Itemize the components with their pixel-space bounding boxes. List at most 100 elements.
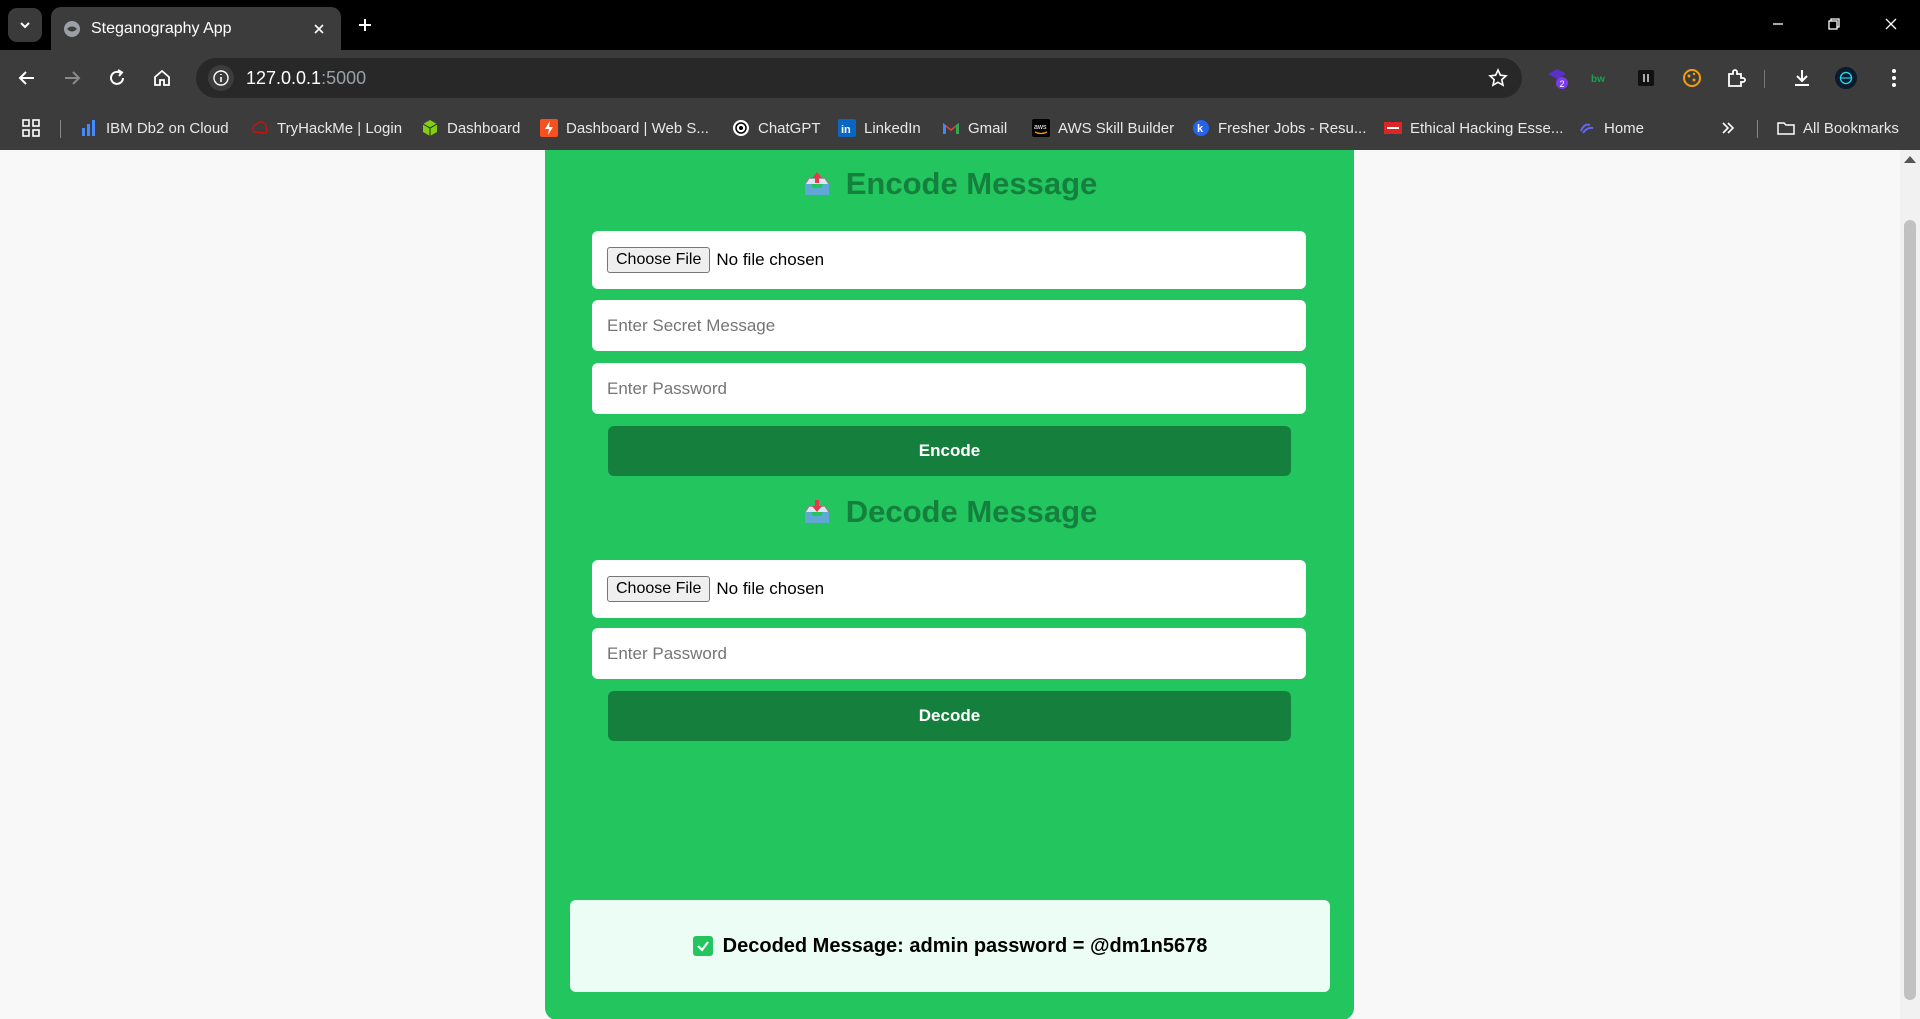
svg-text:aws: aws bbox=[1034, 124, 1047, 131]
browser-toolbar: 127.0.0.1:5000 2 bw bbox=[0, 50, 1920, 106]
bookmark-label: AWS Skill Builder bbox=[1058, 119, 1175, 137]
bookmarks-divider bbox=[1757, 120, 1758, 138]
bookmark-label: LinkedIn bbox=[864, 119, 921, 137]
bookmark-label: Dashboard | Web S... bbox=[566, 119, 709, 137]
cookie-icon[interactable] bbox=[1680, 66, 1704, 90]
tab-title: Steganography App bbox=[91, 19, 232, 37]
minimize-icon bbox=[1773, 23, 1783, 25]
extension-icon[interactable] bbox=[1634, 66, 1658, 90]
bookmark-label: TryHackMe | Login bbox=[277, 119, 403, 137]
page-scrollbar[interactable] bbox=[1900, 150, 1920, 1019]
apps-grid-icon[interactable] bbox=[22, 117, 40, 139]
svg-text:2: 2 bbox=[1559, 79, 1564, 89]
forward-button[interactable] bbox=[58, 64, 86, 92]
svg-text:k: k bbox=[1197, 123, 1204, 135]
address-bar[interactable]: 127.0.0.1:5000 bbox=[196, 58, 1522, 98]
arrow-right-icon bbox=[65, 71, 81, 85]
scroll-up-arrow-icon[interactable] bbox=[1904, 156, 1916, 163]
decode-file-status: No file chosen bbox=[716, 579, 825, 598]
bookmark-item[interactable]: in LinkedIn bbox=[838, 117, 921, 139]
menu-kebab-icon[interactable] bbox=[1882, 66, 1906, 90]
decode-password-input[interactable] bbox=[592, 628, 1306, 679]
swirl-icon bbox=[1578, 119, 1596, 137]
bookmark-item[interactable]: Ethical Hacking Esse... bbox=[1384, 117, 1563, 139]
bookmark-item[interactable]: k Fresher Jobs - Resu... bbox=[1192, 117, 1366, 139]
bookmark-item[interactable]: IBM Db2 on Cloud bbox=[80, 117, 229, 139]
encode-file-input[interactable]: Choose File No file chosen bbox=[592, 231, 1306, 289]
home-button[interactable] bbox=[148, 64, 176, 92]
decoded-result-box: Decoded Message: admin password = @dm1n5… bbox=[570, 900, 1330, 992]
decode-choose-file-button[interactable]: Choose File bbox=[607, 576, 711, 602]
extensions-puzzle-icon[interactable] bbox=[1724, 66, 1748, 90]
bookmark-label: Ethical Hacking Esse... bbox=[1410, 119, 1564, 137]
aws-icon: aws bbox=[1032, 119, 1050, 137]
bookmark-label: IBM Db2 on Cloud bbox=[106, 119, 229, 137]
toolbar-divider bbox=[1764, 70, 1765, 88]
all-bookmarks[interactable]: All Bookmarks bbox=[1777, 117, 1899, 139]
reload-button[interactable] bbox=[103, 64, 131, 92]
bookmark-item[interactable]: TryHackMe | Login bbox=[251, 117, 402, 139]
scrollbar-thumb[interactable] bbox=[1904, 220, 1916, 1000]
encode-choose-file-button[interactable]: Choose File bbox=[607, 247, 711, 273]
encode-button[interactable]: Encode bbox=[608, 426, 1291, 476]
restore-icon bbox=[1828, 18, 1840, 30]
restore-button[interactable] bbox=[1819, 9, 1849, 39]
bookmark-label: Dashboard bbox=[447, 119, 521, 137]
tab-active[interactable]: Steganography App bbox=[51, 7, 341, 50]
outbox-tray-icon bbox=[802, 169, 832, 199]
folder-icon bbox=[1777, 119, 1795, 137]
site-info-icon[interactable] bbox=[208, 65, 234, 91]
tab-search-button[interactable] bbox=[8, 8, 42, 42]
globe-icon bbox=[63, 20, 81, 38]
extension-icon[interactable]: bw bbox=[1588, 66, 1612, 90]
check-mark-icon bbox=[692, 936, 713, 956]
page-viewport: Encode Message Choose File No file chose… bbox=[0, 150, 1920, 1019]
url-host: 127.0.0.1 bbox=[246, 67, 322, 88]
svg-text:in: in bbox=[841, 124, 851, 136]
new-tab-button[interactable] bbox=[352, 12, 378, 38]
bookmark-item[interactable]: Gmail bbox=[942, 117, 1007, 139]
bookmark-label: ChatGPT bbox=[758, 119, 821, 137]
close-window-button[interactable] bbox=[1876, 9, 1906, 39]
bookmark-label: Home bbox=[1604, 119, 1645, 137]
bookmarks-bar: IBM Db2 on Cloud TryHackMe | Login Dashb… bbox=[0, 106, 1920, 150]
tab-strip: Steganography App bbox=[0, 0, 1920, 50]
arrow-left-icon bbox=[18, 71, 34, 85]
extension-icon[interactable]: 2 bbox=[1545, 66, 1569, 90]
secret-message-input[interactable] bbox=[592, 300, 1306, 351]
chevron-down-icon bbox=[20, 22, 30, 29]
openai-icon bbox=[732, 119, 750, 137]
bookmark-item[interactable]: Dashboard | Web S... bbox=[540, 117, 709, 139]
back-button[interactable] bbox=[13, 64, 41, 92]
bookmarks-divider bbox=[60, 120, 61, 138]
bookmark-item[interactable]: Dashboard bbox=[421, 117, 520, 139]
bookmark-label: Gmail bbox=[968, 119, 1008, 137]
encode-password-input[interactable] bbox=[592, 363, 1306, 414]
bolt-icon bbox=[540, 119, 558, 137]
decode-heading: Decode Message bbox=[545, 494, 1354, 530]
encode-heading: Encode Message bbox=[545, 166, 1354, 202]
stego-card: Encode Message Choose File No file chose… bbox=[545, 150, 1354, 1019]
bookmark-item[interactable]: aws AWS Skill Builder bbox=[1032, 117, 1174, 139]
encode-title: Encode Message bbox=[845, 166, 1098, 201]
close-tab-icon[interactable] bbox=[309, 19, 329, 39]
download-icon[interactable] bbox=[1790, 66, 1814, 90]
minimize-button[interactable] bbox=[1763, 9, 1793, 39]
bookmark-item[interactable]: Home bbox=[1578, 117, 1644, 139]
profile-avatar[interactable] bbox=[1834, 66, 1858, 90]
gmail-icon bbox=[942, 119, 960, 137]
more-bookmarks-icon[interactable] bbox=[1720, 117, 1736, 139]
ec-council-icon bbox=[1384, 119, 1402, 137]
tryhackme-icon bbox=[251, 119, 269, 137]
bar-chart-icon bbox=[80, 119, 98, 137]
all-bookmarks-label: All Bookmarks bbox=[1803, 119, 1899, 137]
decode-button[interactable]: Decode bbox=[608, 691, 1291, 741]
decode-file-input[interactable]: Choose File No file chosen bbox=[592, 560, 1306, 618]
linkedin-icon: in bbox=[838, 119, 856, 137]
bookmark-label: Fresher Jobs - Resu... bbox=[1218, 119, 1367, 137]
cube-icon bbox=[421, 119, 439, 137]
url-port: :5000 bbox=[321, 67, 367, 88]
bookmark-item[interactable]: ChatGPT bbox=[732, 117, 821, 139]
home-icon bbox=[154, 69, 170, 86]
bookmark-star-icon[interactable] bbox=[1486, 66, 1510, 90]
